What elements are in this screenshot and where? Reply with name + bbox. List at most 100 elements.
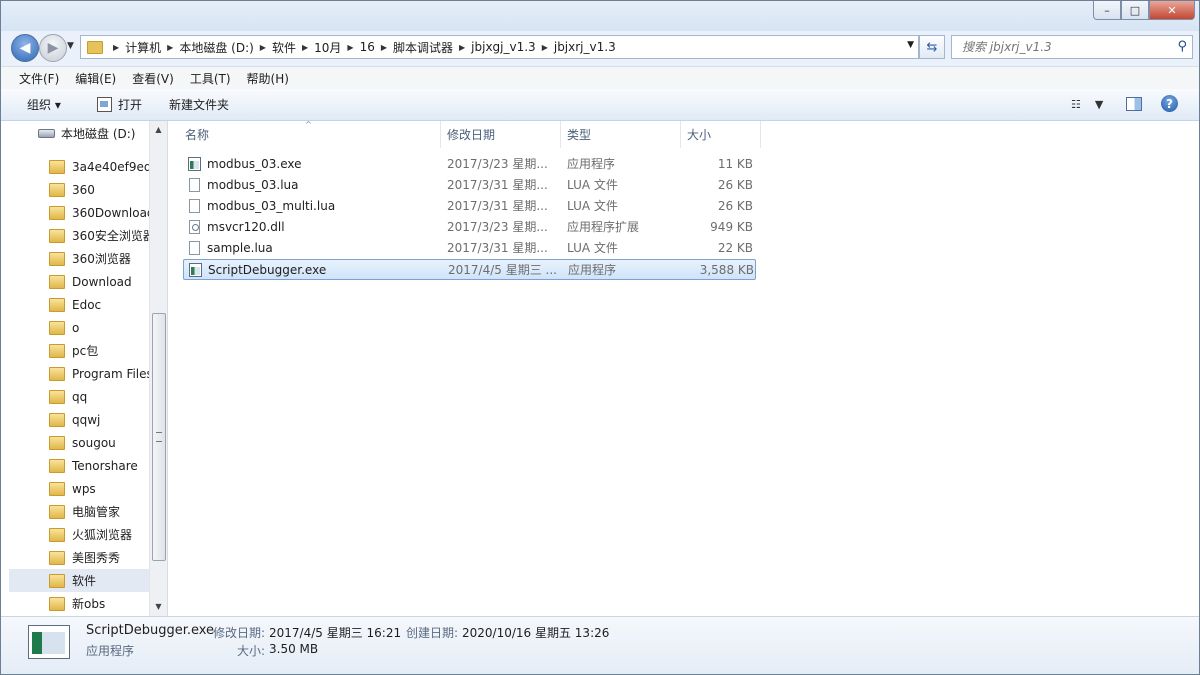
nav-folder-item[interactable]: wps <box>9 477 149 500</box>
chevron-right-icon[interactable]: ▶ <box>347 43 353 52</box>
column-header-name[interactable]: 名称 <box>168 121 441 148</box>
nav-folder-item[interactable]: 电脑管家 <box>9 500 149 523</box>
nav-folder-label: 360浏览器 <box>72 252 131 266</box>
breadcrumb-software[interactable]: 软件 <box>272 39 296 56</box>
breadcrumb-16[interactable]: 16 <box>360 40 375 54</box>
document-icon <box>189 178 200 192</box>
folder-icon <box>49 205 65 220</box>
nav-item-drive-d[interactable]: 本地磁盘 (D:) <box>38 125 135 142</box>
nav-folder-item[interactable]: 美图秀秀 <box>9 546 149 569</box>
folder-icon <box>49 274 65 289</box>
organize-button[interactable]: 组织 ▾ <box>27 96 61 113</box>
file-row[interactable]: msvcr120.dll 2017/3/23 星期... 应用程序扩展 949 KB <box>183 217 756 238</box>
file-row[interactable]: modbus_03.exe 2017/3/23 星期... 应用程序 11 KB <box>183 154 756 175</box>
title-bar[interactable]: – □ ✕ <box>1 1 1199 31</box>
close-button[interactable]: ✕ <box>1149 1 1195 20</box>
scroll-up-icon[interactable]: ▲ <box>150 121 167 138</box>
chevron-right-icon[interactable]: ▶ <box>260 43 266 52</box>
minimize-button[interactable]: – <box>1093 1 1121 20</box>
breadcrumb-jbjxgj[interactable]: jbjxgj_v1.3 <box>471 40 536 54</box>
nav-folder-item[interactable]: 3a4e40ef9ed7 <box>9 155 149 178</box>
file-name: msvcr120.dll <box>207 220 285 234</box>
folder-icon <box>87 40 103 54</box>
nav-folder-item[interactable]: 新obs <box>9 592 149 615</box>
file-row[interactable]: ScriptDebugger.exe 2017/4/5 星期三 ... 应用程序 3,… <box>183 259 756 280</box>
chevron-right-icon[interactable]: ▶ <box>459 43 465 52</box>
nav-scrollbar[interactable]: ▲ ▼ <box>149 121 167 616</box>
address-bar[interactable]: ▶ 计算机 ▶ 本地磁盘 (D:) ▶ 软件 ▶ 10月 ▶ 16 ▶ 脚本调试… <box>80 35 919 59</box>
nav-folder-item[interactable]: qqwj <box>9 408 149 431</box>
search-box[interactable]: ⚲ <box>951 35 1193 59</box>
nav-folder-label: 360安全浏览器 <box>72 229 149 243</box>
column-header-date[interactable]: 修改日期 <box>441 121 561 148</box>
help-icon[interactable]: ? <box>1161 95 1178 112</box>
back-button[interactable]: ◀ <box>11 34 39 62</box>
chevron-right-icon[interactable]: ▶ <box>542 43 548 52</box>
details-modified-value: 2017/4/5 星期三 16:21 <box>269 626 402 640</box>
maximize-button[interactable]: □ <box>1121 1 1149 20</box>
details-type: 应用程序 <box>86 644 135 658</box>
nav-folder-item[interactable]: Program Files <box>9 362 149 385</box>
nav-folder-item[interactable]: 360 <box>9 178 149 201</box>
nav-folder-item[interactable]: o <box>9 316 149 339</box>
scroll-thumb[interactable] <box>152 313 166 561</box>
forward-button[interactable]: ▶ <box>39 34 67 62</box>
new-folder-button[interactable]: 新建文件夹 <box>169 96 229 113</box>
chevron-right-icon[interactable]: ▶ <box>167 43 173 52</box>
nav-folder-label: Tenorshare <box>72 458 138 473</box>
search-input[interactable] <box>960 39 1174 55</box>
nav-folder-item[interactable]: Download <box>9 270 149 293</box>
nav-drive-label: 本地磁盘 (D:) <box>61 127 136 141</box>
nav-folder-item[interactable]: Edoc <box>9 293 149 316</box>
nav-folder-label: 电脑管家 <box>72 505 121 519</box>
breadcrumb-computer[interactable]: 计算机 <box>125 39 161 56</box>
refresh-button[interactable]: ⇆ <box>919 35 945 59</box>
breadcrumb-october[interactable]: 10月 <box>314 39 341 56</box>
search-icon[interactable]: ⚲ <box>1177 39 1187 54</box>
details-modified-label: 修改日期: <box>213 626 266 640</box>
open-button[interactable]: 打开 <box>97 96 142 113</box>
folder-icon <box>49 159 65 174</box>
folder-icon <box>49 481 65 496</box>
file-row[interactable]: modbus_03.lua 2017/3/31 星期... LUA 文件 26 KB <box>183 175 756 196</box>
new-folder-label: 新建文件夹 <box>169 98 230 112</box>
nav-folder-item[interactable]: Tenorshare <box>9 454 149 477</box>
file-date: 2017/3/23 星期... <box>447 157 548 171</box>
chevron-right-icon[interactable]: ▶ <box>381 43 387 52</box>
nav-folder-item[interactable]: sougou <box>9 431 149 454</box>
address-history-dropdown[interactable]: ▼ <box>907 40 914 50</box>
nav-folder-label: Download <box>72 274 132 289</box>
recent-pages-dropdown[interactable]: ▼ <box>67 41 74 51</box>
file-list-pane: ^ 名称 修改日期 类型 大小 modbus_03.exe 2017/3/23 星… <box>168 120 1199 616</box>
breadcrumb-script-debugger[interactable]: 脚本调试器 <box>393 39 453 56</box>
scroll-down-icon[interactable]: ▼ <box>150 598 167 615</box>
open-label: 打开 <box>118 98 143 112</box>
file-row[interactable]: sample.lua 2017/3/31 星期... LUA 文件 22 KB <box>183 238 756 259</box>
nav-folder-item[interactable]: 软件 <box>9 569 149 592</box>
column-header-size[interactable]: 大小 <box>681 121 761 148</box>
nav-folder-item[interactable]: 360安全浏览器 <box>9 224 149 247</box>
preview-pane-icon[interactable] <box>1126 97 1142 111</box>
exe-icon <box>188 157 201 171</box>
folder-icon <box>49 251 65 266</box>
folder-icon <box>49 228 65 243</box>
view-options-icon[interactable]: ☷ ▼ <box>1071 98 1103 111</box>
nav-folder-item[interactable]: 360浏览器 <box>9 247 149 270</box>
nav-folder-label: 360 <box>72 182 95 197</box>
chevron-right-icon[interactable]: ▶ <box>302 43 308 52</box>
file-row[interactable]: modbus_03_multi.lua 2017/3/31 星期... LUA 文件… <box>183 196 756 217</box>
breadcrumb-drive[interactable]: 本地磁盘 (D:) <box>179 39 253 56</box>
nav-folder-item[interactable]: pc包 <box>9 339 149 362</box>
nav-folder-item[interactable]: 火狐浏览器 <box>9 523 149 546</box>
menu-help[interactable]: 帮助(H) <box>229 70 297 87</box>
breadcrumb-jbjxrj[interactable]: jbjxrj_v1.3 <box>554 40 616 54</box>
nav-folder-label: qq <box>72 389 88 404</box>
chevron-right-icon[interactable]: ▶ <box>113 43 119 52</box>
menu-bar: 文件(F) 编辑(E) 查看(V) 工具(T) 帮助(H) <box>1 66 1199 89</box>
nav-folder-label: 软件 <box>72 574 97 588</box>
nav-folder-label: wps <box>72 481 96 496</box>
column-header-type[interactable]: 类型 <box>561 121 681 148</box>
folder-icon <box>49 389 65 404</box>
nav-folder-item[interactable]: 360Download <box>9 201 149 224</box>
nav-folder-item[interactable]: qq <box>9 385 149 408</box>
